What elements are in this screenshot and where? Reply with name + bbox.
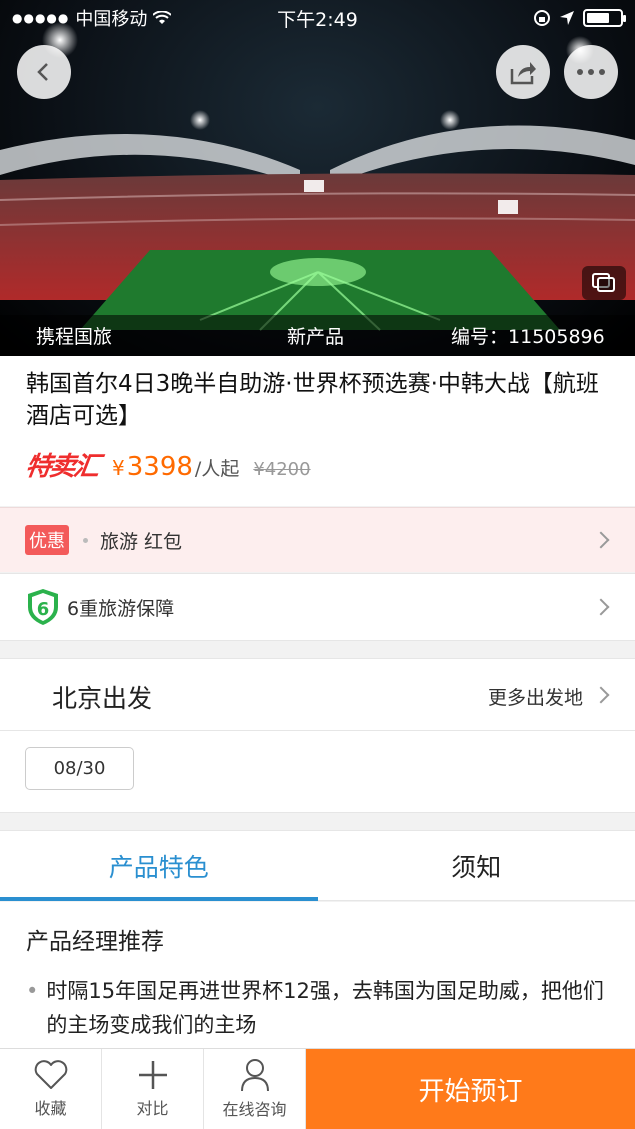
shield-icon: 6 bbox=[28, 589, 58, 625]
tab-bar: 产品特色 须知 bbox=[0, 830, 635, 901]
coupon-text: 旅游 红包 bbox=[100, 530, 183, 553]
guarantee-row[interactable]: 6 6重旅游保障 bbox=[0, 573, 635, 641]
heart-icon bbox=[34, 1060, 67, 1089]
product-summary: 韩国首尔4日3晚半自助游·世界杯预选赛·中韩大战【航班酒店可选】 特卖汇 ¥ 3… bbox=[0, 356, 635, 506]
original-price: ¥4200 bbox=[253, 459, 311, 480]
product-title: 韩国首尔4日3晚半自助游·世界杯预选赛·中韩大战【航班酒店可选】 bbox=[26, 371, 599, 429]
plus-icon bbox=[138, 1061, 167, 1089]
departure-city: 北京出发 bbox=[52, 684, 153, 713]
clock: 下午2:49 bbox=[277, 8, 358, 31]
gallery-button[interactable] bbox=[582, 266, 626, 300]
battery-icon bbox=[583, 9, 626, 27]
more-departures-link[interactable]: 更多出发地 bbox=[488, 683, 583, 710]
bullet-dot: • bbox=[26, 979, 39, 1003]
coupon-tag: 优惠 bbox=[25, 525, 69, 555]
back-arrow-icon bbox=[37, 63, 48, 81]
tab-features[interactable]: 产品特色 bbox=[0, 831, 318, 901]
list-item-text: 时隔15年国足再进世界杯12强，去韩国为国足助威，把他们的主场变成我们的主场 bbox=[46, 979, 604, 1037]
departure-section: 北京出发 更多出发地 08/30 bbox=[0, 658, 635, 813]
favorite-button[interactable]: 收藏 bbox=[0, 1049, 102, 1129]
coupon-row[interactable]: 优惠 旅游 红包 bbox=[0, 507, 635, 572]
compare-button[interactable]: 对比 bbox=[102, 1049, 204, 1129]
back-button[interactable] bbox=[17, 45, 71, 99]
date-chip[interactable]: 08/30 bbox=[25, 747, 134, 790]
guarantee-badge-number: 6 bbox=[37, 599, 50, 620]
chevron-right-icon bbox=[592, 686, 610, 704]
bullet-dot bbox=[83, 537, 88, 543]
tab-notice[interactable]: 须知 bbox=[318, 831, 635, 900]
status-bar: ●●●●● 中国移动 下午2:49 bbox=[0, 0, 635, 36]
gallery-icon bbox=[592, 273, 615, 292]
section-heading: 产品经理推荐 bbox=[26, 929, 164, 955]
product-id-label: 编号： bbox=[451, 326, 509, 348]
price-currency: ¥ bbox=[112, 456, 125, 480]
consult-button[interactable]: 在线咨询 bbox=[204, 1049, 306, 1129]
price-unit: /人起 bbox=[194, 458, 240, 480]
person-icon bbox=[240, 1059, 269, 1092]
guarantee-text: 6重旅游保障 bbox=[67, 597, 175, 620]
departure-header[interactable]: 北京出发 更多出发地 bbox=[0, 659, 635, 731]
chevron-right-icon bbox=[592, 598, 610, 616]
compare-label: 对比 bbox=[136, 1099, 169, 1118]
supplier-label: 携程国旅 bbox=[36, 326, 113, 348]
product-id-value: 11505896 bbox=[508, 326, 605, 348]
price-row: 特卖汇 ¥ 3398 /人起 ¥4200 bbox=[23, 446, 609, 483]
favorite-label: 收藏 bbox=[34, 1099, 67, 1118]
product-id: 编号：11505896 bbox=[451, 322, 605, 349]
features-content: 产品经理推荐 • 时隔15年国足再进世界杯12强，去韩国为国足助威，把他们的主场… bbox=[0, 902, 635, 1050]
list-item: • 时隔15年国足再进世界杯12强，去韩国为国足助威，把他们的主场变成我们的主场 bbox=[26, 974, 609, 1042]
more-button[interactable] bbox=[564, 45, 618, 99]
book-button[interactable]: 开始预订 bbox=[306, 1049, 635, 1129]
hero-image[interactable]: ●●●●● 中国移动 下午2:49 携程国旅 新产品 编号：11505896 bbox=[0, 0, 635, 356]
chevron-right-icon bbox=[592, 531, 610, 549]
hero-info-strip: 携程国旅 新产品 编号：11505896 bbox=[0, 315, 635, 356]
product-tag: 新产品 bbox=[287, 326, 345, 348]
share-button[interactable] bbox=[496, 45, 550, 99]
promo-logo: 特卖汇 bbox=[23, 452, 100, 482]
share-icon bbox=[510, 62, 536, 85]
price-value: 3398 bbox=[126, 452, 193, 482]
consult-label: 在线咨询 bbox=[222, 1100, 287, 1119]
bottom-action-bar: 收藏 对比 在线咨询 开始预订 bbox=[0, 1048, 635, 1129]
more-dots-icon bbox=[577, 69, 605, 75]
